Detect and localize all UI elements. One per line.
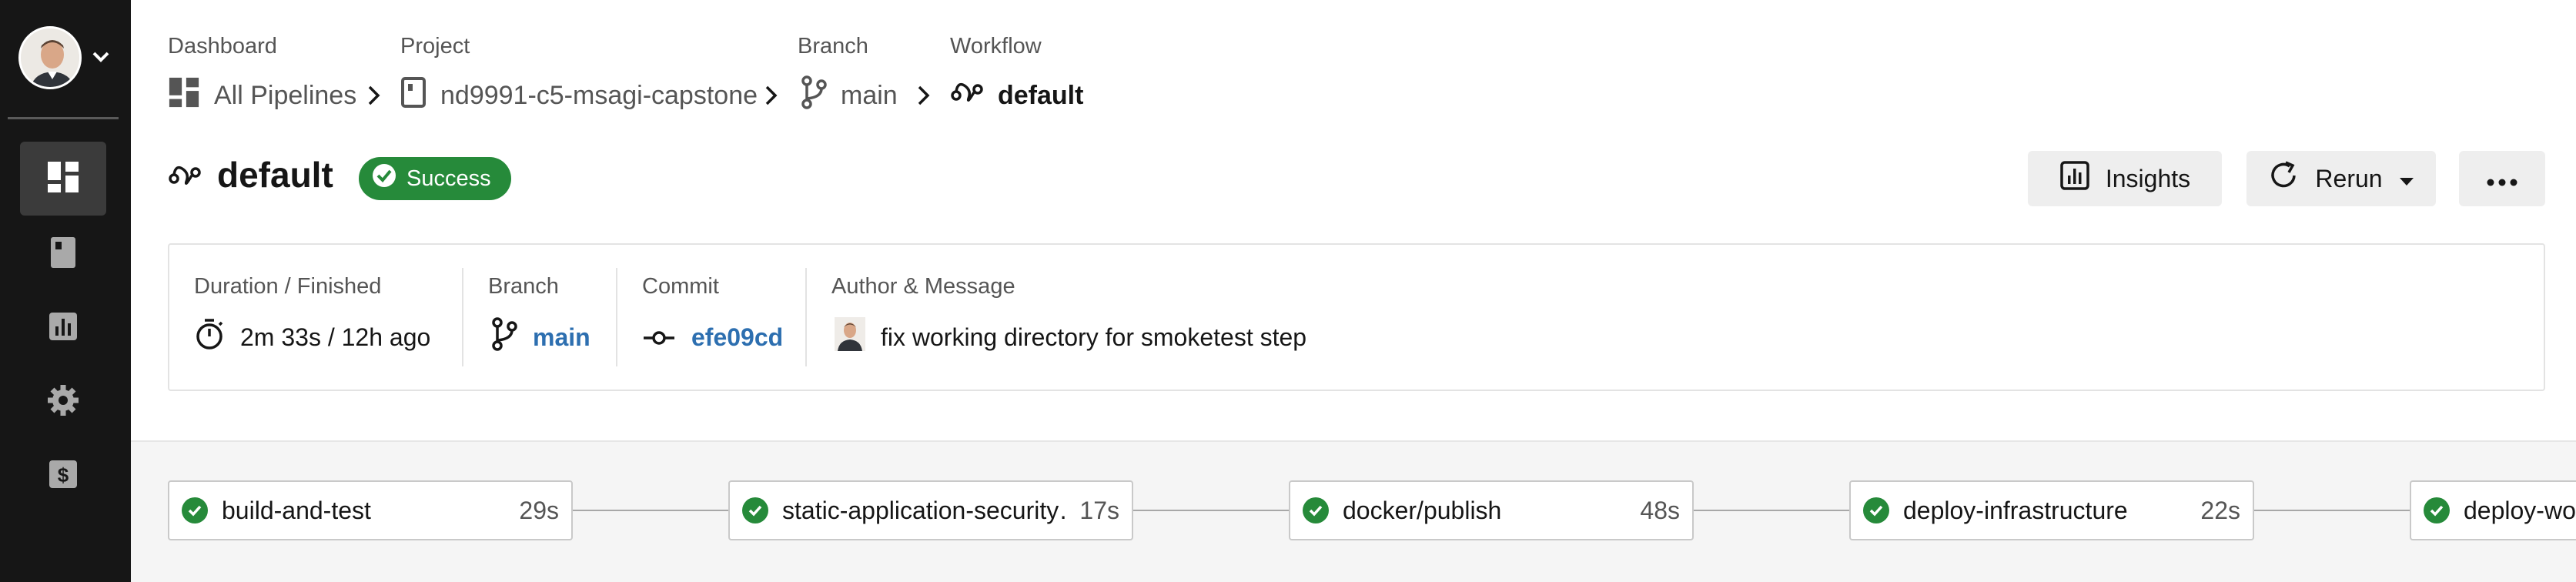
- dashboard-icon: [46, 160, 80, 198]
- job-duration: 48s: [1640, 496, 1680, 524]
- sidebar-item-dashboard[interactable]: [20, 142, 106, 216]
- breadcrumb-workflow: default: [950, 77, 1083, 114]
- breadcrumb-all-pipelines[interactable]: All Pipelines: [168, 77, 356, 114]
- breadcrumb-label-dashboard: Dashboard: [168, 34, 277, 59]
- job-node[interactable]: deploy-infrastructure 22s: [1849, 480, 2254, 540]
- author-label: Author & Message: [831, 274, 1015, 299]
- job-duration: 29s: [519, 496, 559, 524]
- status-badge: Success: [359, 157, 511, 200]
- duration-value: 2m 33s / 12h ago: [194, 317, 430, 357]
- job-name: docker/publish: [1343, 496, 1502, 524]
- branch-label: Branch: [488, 274, 559, 299]
- insights-icon: [2059, 160, 2090, 197]
- more-horizontal-icon: [2486, 165, 2518, 193]
- chevron-right-icon: [363, 83, 385, 112]
- book-icon: [400, 76, 427, 115]
- job-node[interactable]: deploy-workload: [2410, 480, 2576, 540]
- page-title: default: [217, 155, 333, 195]
- breadcrumb-label-project: Project: [400, 34, 470, 59]
- job-connector: [2254, 510, 2410, 511]
- breadcrumb-project-label: nd9991-c5-msagi-capstone: [440, 80, 758, 110]
- branch-icon: [491, 317, 517, 357]
- avatar: [18, 26, 82, 89]
- job-duration: 17s: [1079, 496, 1119, 524]
- commit-value: efe09cd: [642, 317, 783, 357]
- insights-button[interactable]: Insights: [2028, 151, 2222, 206]
- chevron-right-icon: [913, 83, 935, 112]
- check-circle-icon: [182, 497, 208, 523]
- job-connector: [573, 510, 728, 511]
- branch-value: main: [491, 317, 590, 357]
- details-divider: [616, 268, 617, 366]
- rerun-button[interactable]: Rerun: [2246, 151, 2436, 206]
- breadcrumb-workflow-label: default: [998, 80, 1084, 110]
- refresh-icon: [2267, 159, 2300, 198]
- rerun-button-label: Rerun: [2315, 164, 2383, 192]
- author-avatar: [835, 317, 865, 357]
- job-name: build-and-test: [222, 496, 371, 524]
- book-icon: [48, 236, 79, 273]
- check-circle-icon: [1303, 497, 1329, 523]
- job-name: deploy-infrastructure: [1903, 496, 2128, 524]
- branch-icon: [801, 75, 827, 116]
- job-connector: [1694, 510, 1849, 511]
- branch-link[interactable]: main: [533, 323, 590, 352]
- insights-icon: [48, 311, 79, 346]
- job-node[interactable]: build-and-test 29s: [168, 480, 573, 540]
- commit-message: fix working directory for smoketest step: [881, 323, 1307, 351]
- duration-text: 2m 33s / 12h ago: [240, 323, 431, 351]
- job-name: deploy-workload: [2464, 496, 2576, 524]
- more-options-button[interactable]: [2459, 151, 2545, 206]
- duration-label: Duration / Finished: [194, 274, 382, 299]
- sidebar: $: [0, 0, 131, 582]
- breadcrumb-all-pipelines-label: All Pipelines: [214, 80, 357, 110]
- job-node[interactable]: static-application-security… 17s: [728, 480, 1133, 540]
- details-divider: [805, 268, 807, 366]
- check-circle-icon: [2424, 497, 2450, 523]
- status-badge-label: Success: [406, 166, 491, 191]
- chevron-down-icon: [89, 45, 112, 72]
- sidebar-item-insights[interactable]: [20, 291, 106, 365]
- check-circle-icon: [371, 162, 397, 195]
- sidebar-divider: [8, 117, 119, 119]
- breadcrumb-branch[interactable]: main: [801, 75, 898, 116]
- sidebar-item-projects[interactable]: [20, 217, 106, 291]
- gear-icon: [46, 383, 80, 421]
- job-node[interactable]: docker/publish 48s: [1289, 480, 1694, 540]
- sidebar-item-plan[interactable]: $: [20, 439, 106, 513]
- job-connector: [1133, 510, 1289, 511]
- commit-icon: [642, 323, 676, 352]
- chevron-right-icon: [761, 83, 782, 112]
- breadcrumb-label-branch: Branch: [798, 34, 868, 59]
- job-name: static-application-security…: [782, 496, 1066, 524]
- stopwatch-icon: [194, 317, 225, 357]
- caret-down-icon: [2398, 165, 2415, 193]
- breadcrumb-label-workflow: Workflow: [950, 34, 1042, 59]
- sidebar-item-settings[interactable]: [20, 365, 106, 439]
- check-circle-icon: [742, 497, 768, 523]
- dollar-icon: $: [48, 459, 79, 493]
- dashboard-icon: [168, 76, 200, 115]
- workflow-icon: [168, 160, 202, 195]
- author-value: fix working directory for smoketest step: [835, 317, 1306, 357]
- check-circle-icon: [1863, 497, 1889, 523]
- insights-button-label: Insights: [2105, 164, 2191, 192]
- details-divider: [462, 268, 463, 366]
- svg-text:$: $: [58, 463, 69, 487]
- commit-link[interactable]: efe09cd: [691, 323, 783, 352]
- workflow-icon: [950, 79, 984, 113]
- breadcrumb-branch-label: main: [841, 80, 898, 110]
- job-duration: 22s: [2200, 496, 2240, 524]
- commit-label: Commit: [642, 274, 719, 299]
- user-menu[interactable]: [18, 26, 119, 91]
- breadcrumb-project[interactable]: nd9991-c5-msagi-capstone: [400, 76, 758, 115]
